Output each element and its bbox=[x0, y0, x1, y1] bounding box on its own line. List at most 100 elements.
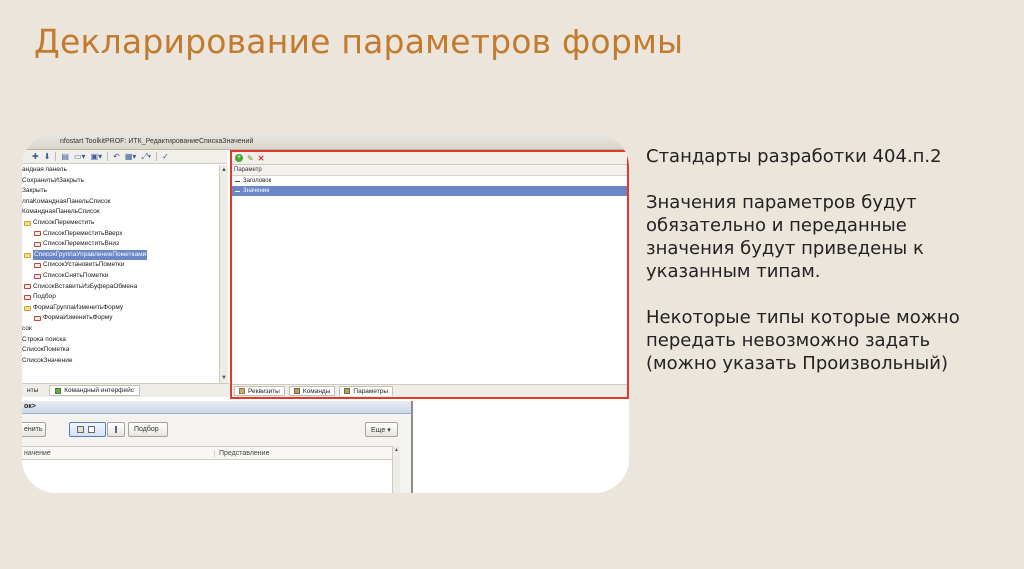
check-icon[interactable]: ✓ bbox=[162, 152, 169, 161]
tree-item-label: ФормаГруппаИзменитьФорму bbox=[33, 303, 124, 311]
tab-label: Команды bbox=[302, 387, 331, 395]
tree-item[interactable]: ФормаИзменитьФорму bbox=[22, 313, 222, 324]
tree-item[interactable]: Закрыть bbox=[22, 186, 222, 197]
column-presentation[interactable]: Представление bbox=[215, 450, 269, 457]
command-icon bbox=[34, 231, 41, 237]
tree-item-label: КоманднаяПанельСписок bbox=[22, 208, 100, 216]
add-parameter-icon[interactable]: + bbox=[235, 154, 243, 162]
tree-item-selected[interactable]: СписокГруппаУправлениеПометками bbox=[22, 249, 222, 261]
parameter-icon bbox=[235, 190, 240, 192]
tree-item-label: андная панель bbox=[22, 166, 67, 173]
tree-item-label: СписокУстановитьПометки bbox=[43, 261, 125, 269]
group-dropdown-icon[interactable]: ▣▾ bbox=[91, 152, 103, 161]
tree-item-label: Подбор bbox=[33, 293, 56, 301]
tree-item-label: Закрыть bbox=[22, 187, 48, 195]
tree-item[interactable]: сок bbox=[22, 324, 222, 335]
mark-buttons-group[interactable] bbox=[69, 422, 106, 437]
tree-item-label: сок bbox=[22, 324, 32, 332]
copy-icon[interactable] bbox=[88, 426, 95, 433]
tree-item[interactable]: СписокПереместитьВверх bbox=[22, 229, 222, 240]
parameter-label: Заголовок bbox=[243, 178, 272, 184]
tree-item[interactable]: ФормаГруппаИзменитьФорму bbox=[22, 303, 222, 314]
edit-parameter-icon[interactable]: ✎ bbox=[247, 154, 254, 163]
tree-item[interactable]: СписокПометка bbox=[22, 345, 222, 356]
tree-item[interactable]: Подбор bbox=[22, 292, 222, 303]
tab-elements[interactable]: нты bbox=[22, 385, 43, 396]
parameters-toolbar: + ✎ ✕ bbox=[232, 152, 627, 165]
tree-item[interactable]: Строка поиска bbox=[22, 335, 222, 346]
tree-item-label: ФормаИзменитьФорму bbox=[43, 314, 113, 322]
command-icon bbox=[24, 294, 31, 300]
tree-item[interactable]: СписокПереместитьВниз bbox=[22, 239, 222, 250]
tab-parameters[interactable]: Параметры bbox=[339, 386, 394, 396]
window-title: nfostart ToolkitPROF: ИТК_Редактирование… bbox=[22, 133, 629, 150]
check-all-icon[interactable] bbox=[77, 426, 84, 433]
delete-parameter-icon[interactable]: ✕ bbox=[258, 154, 265, 163]
panel-dropdown-icon[interactable]: ▭▾ bbox=[74, 152, 86, 161]
form-preview-title: ок> bbox=[22, 401, 412, 414]
tab-command-interface[interactable]: Командный интерфейс bbox=[49, 385, 141, 396]
folder-icon bbox=[24, 305, 31, 311]
more-button[interactable]: Еще ▾ bbox=[365, 422, 398, 437]
command-icon bbox=[34, 273, 41, 279]
tree-scrollbar[interactable]: ▲ ▼ bbox=[219, 165, 228, 383]
tab-label: Реквизиты bbox=[248, 387, 280, 395]
add-icon[interactable]: ✚ bbox=[32, 152, 39, 161]
tree-item[interactable]: СписокВставитьИзБуфераОбмена bbox=[22, 282, 222, 293]
tree-item[interactable]: андная панель bbox=[22, 165, 222, 176]
tab-attributes[interactable]: Реквизиты bbox=[234, 386, 285, 396]
tree-item-label: СохранитьИЗакрыть bbox=[22, 176, 85, 184]
tab-commands[interactable]: Команды bbox=[288, 386, 336, 396]
grid-body[interactable] bbox=[22, 460, 392, 493]
command-icon bbox=[24, 284, 31, 290]
form-preview: енить Подбор Еще ▾ начение Представление… bbox=[22, 414, 412, 493]
tree-item-label: СписокЗначение bbox=[22, 356, 73, 364]
layout-dropdown-icon[interactable]: ▦▾ bbox=[125, 152, 137, 161]
tree-item-label: лпаКоманднаяПанельСписок bbox=[22, 197, 111, 205]
paste-icon bbox=[115, 426, 117, 433]
grid-scrollbar[interactable]: ▲ bbox=[392, 446, 400, 493]
table-icon[interactable]: ▤ bbox=[61, 152, 69, 161]
move-down-icon[interactable]: ⬇ bbox=[44, 152, 51, 161]
tree-item-label: СписокПереместитьВниз bbox=[43, 240, 119, 248]
paste-button[interactable] bbox=[107, 422, 125, 437]
right-tabs: Реквизиты Команды Параметры bbox=[232, 384, 627, 397]
tree-item[interactable]: СписокЗначение bbox=[22, 356, 222, 367]
expand-dropdown-icon[interactable]: ⤢▾ bbox=[141, 152, 151, 161]
tree-item[interactable]: СохранитьИЗакрыть bbox=[22, 176, 222, 187]
pick-button[interactable]: Подбор bbox=[128, 422, 168, 437]
scroll-up-icon[interactable]: ▲ bbox=[394, 447, 399, 453]
window-border bbox=[411, 401, 413, 493]
command-interface-icon bbox=[55, 387, 62, 394]
tree-item[interactable]: СписокУстановитьПометки bbox=[22, 260, 222, 271]
tree-item-label: СписокСнятьПометки bbox=[43, 271, 109, 279]
command-icon bbox=[34, 316, 41, 322]
scroll-down-icon[interactable]: ▼ bbox=[221, 375, 227, 381]
first-button[interactable]: енить bbox=[22, 422, 46, 437]
scroll-up-icon[interactable]: ▲ bbox=[221, 167, 227, 173]
tree-item[interactable]: КоманднаяПанельСписок bbox=[22, 207, 222, 218]
parameters-column-header: Параметр bbox=[232, 165, 627, 176]
tree-item[interactable]: СписокПереместить bbox=[22, 218, 222, 229]
tree-item[interactable]: СписокСнятьПометки bbox=[22, 271, 222, 282]
grid-header: начение Представление bbox=[22, 446, 392, 460]
attributes-icon bbox=[239, 388, 245, 394]
parameters-panel: + ✎ ✕ Параметр Заголовок Значение Реквиз… bbox=[230, 150, 629, 399]
tree-item[interactable]: лпаКоманднаяПанельСписок bbox=[22, 197, 222, 208]
toolbar-separator bbox=[107, 152, 109, 161]
slide-title: Декларирование параметров формы bbox=[34, 22, 684, 61]
parameter-row-selected[interactable]: Значение bbox=[232, 186, 627, 196]
command-icon bbox=[34, 241, 41, 247]
undo-icon[interactable]: ↶ bbox=[113, 152, 120, 161]
tree-item-label: СписокПереместить bbox=[33, 218, 95, 226]
tab-label: Командный интерфейс bbox=[64, 387, 135, 394]
commands-icon bbox=[293, 388, 300, 394]
paragraph-values: Значения параметров будут обязательно и … bbox=[646, 192, 924, 282]
parameter-row[interactable]: Заголовок bbox=[232, 176, 627, 186]
standard-reference: Стандарты разработки 404.п.2 bbox=[646, 146, 942, 167]
toolbar-separator bbox=[156, 152, 158, 161]
column-value[interactable]: начение bbox=[22, 449, 215, 457]
parameter-icon bbox=[235, 180, 240, 182]
left-tabs: нты Командный интерфейс bbox=[22, 383, 229, 397]
tree-item-label: СписокГруппаУправлениеПометками bbox=[33, 249, 148, 261]
